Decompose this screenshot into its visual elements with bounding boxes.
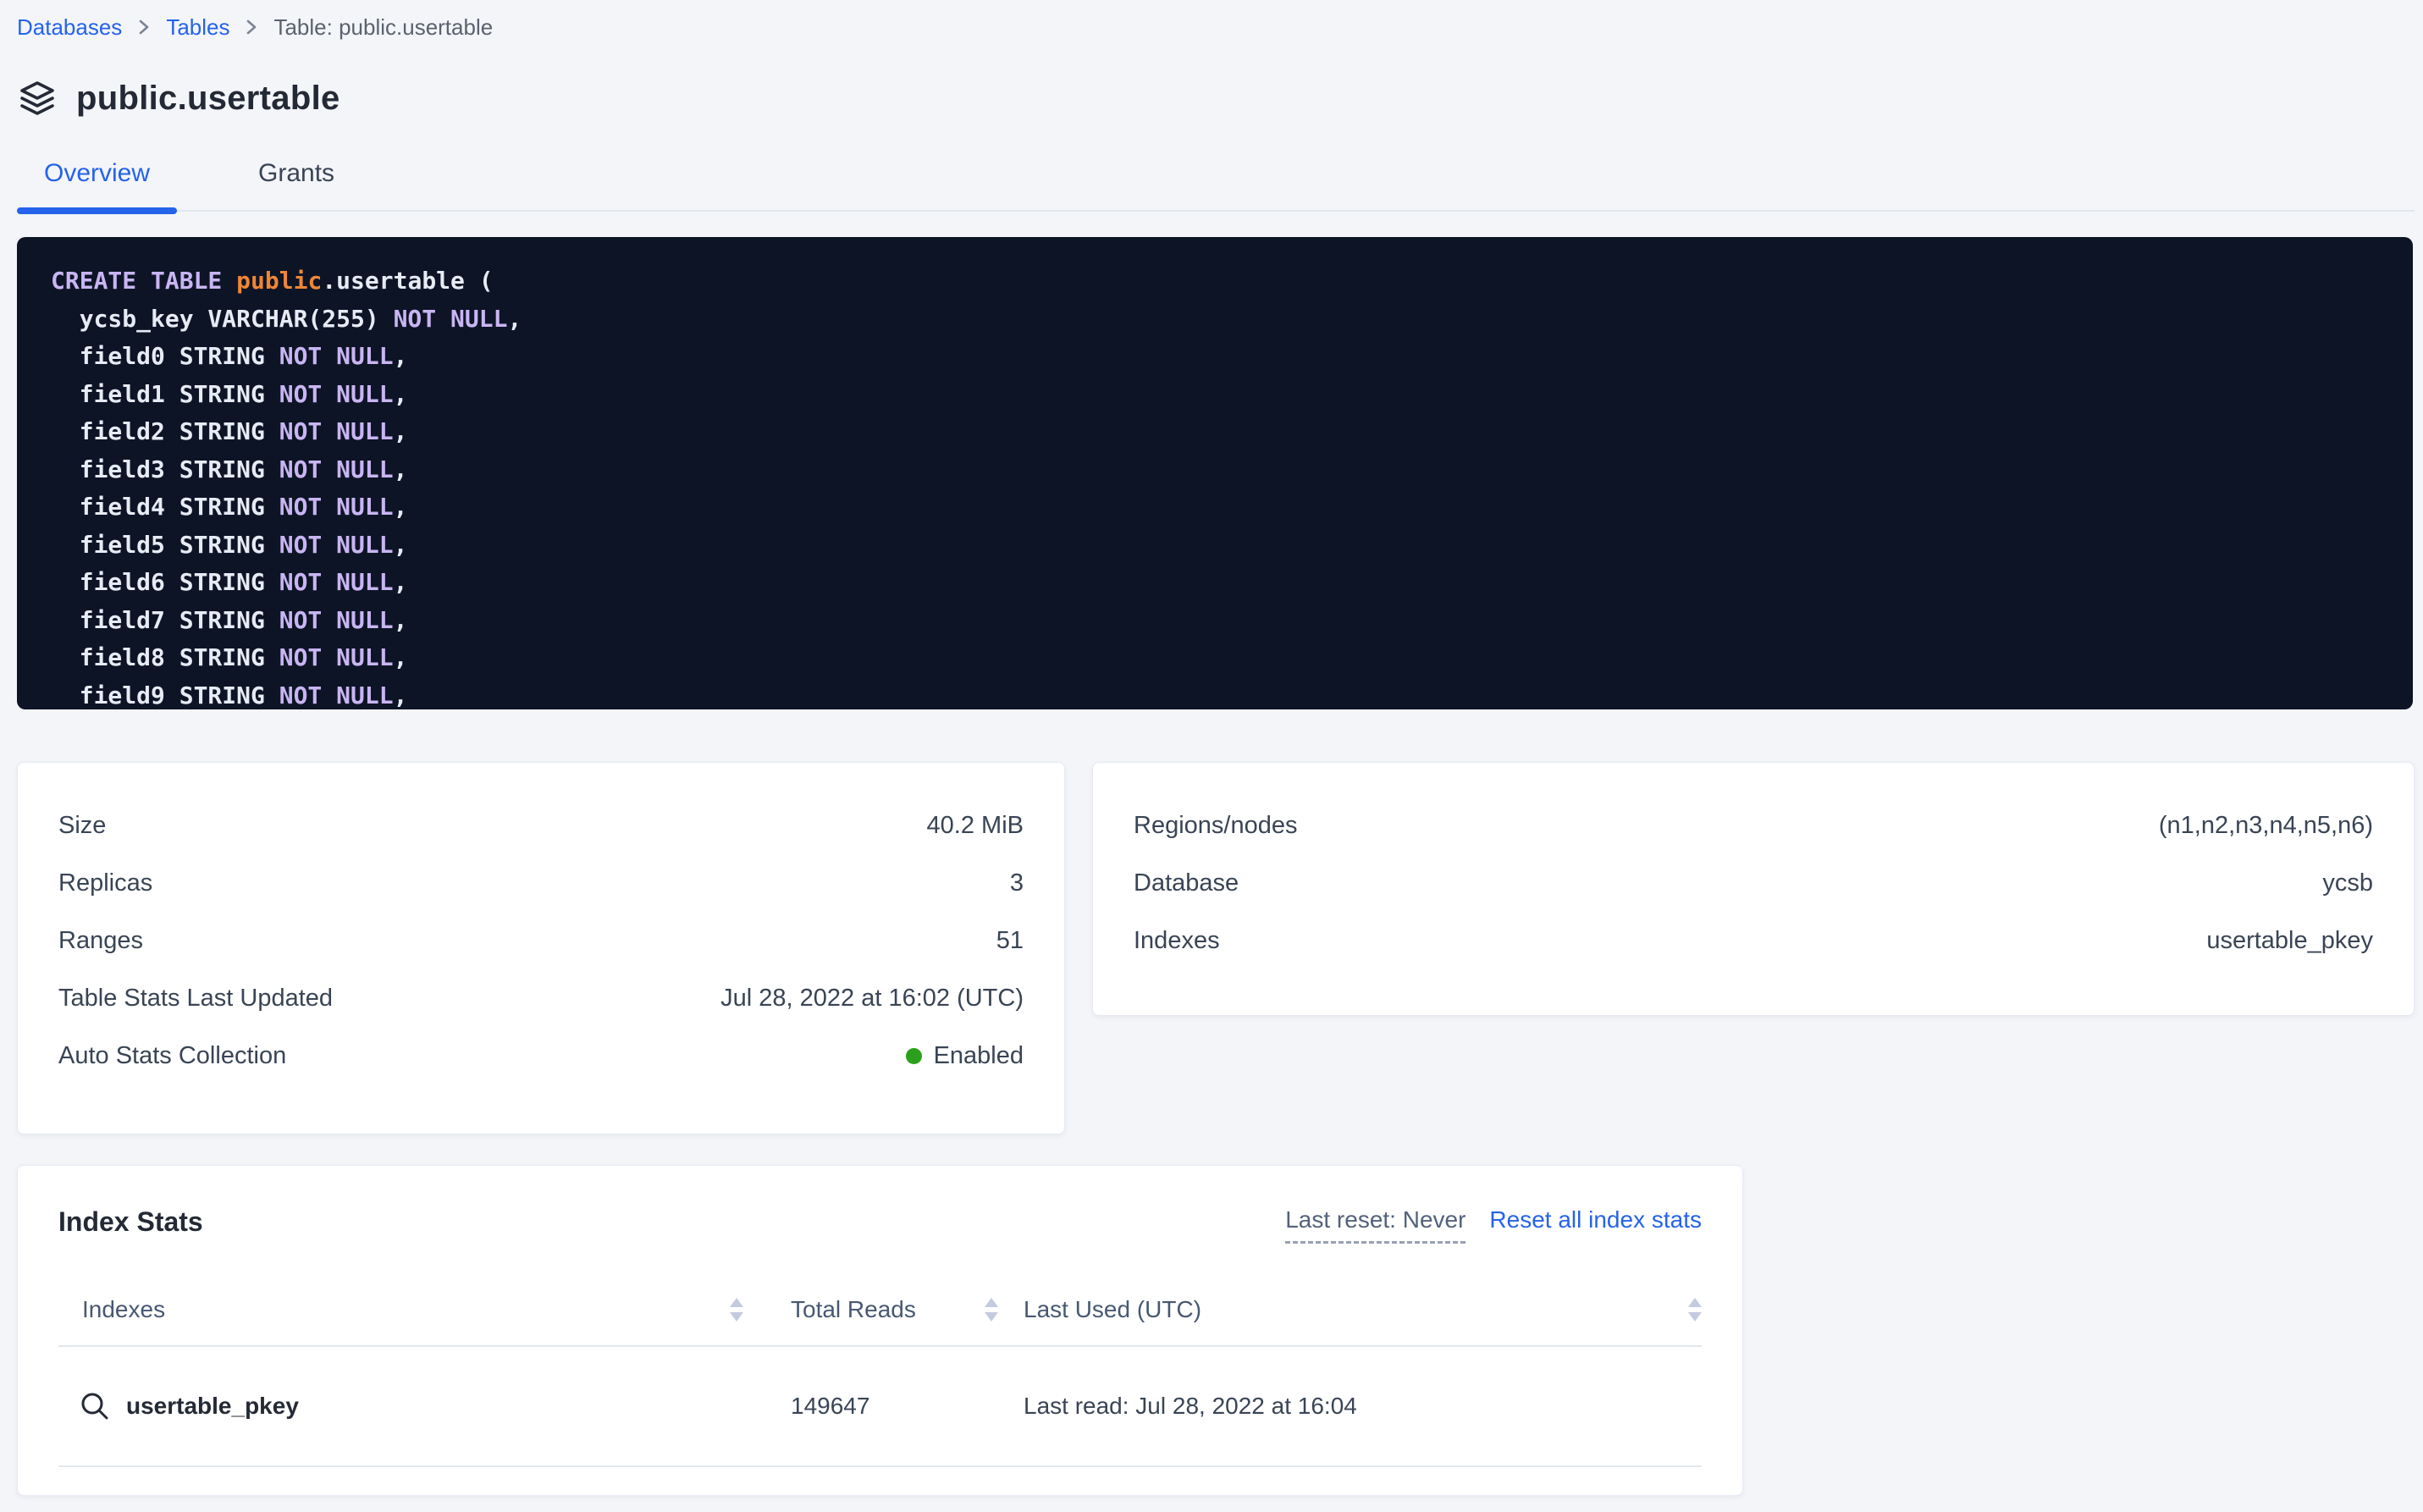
stat-value: ycsb (2322, 869, 2373, 897)
breadcrumb-current: Table: public.usertable (273, 14, 493, 41)
last-reset-label[interactable]: Last reset: Never (1285, 1206, 1465, 1244)
status-badge: Enabled (906, 1042, 1024, 1070)
stat-row-database: Database ycsb (1134, 854, 2373, 912)
column-header-last-used[interactable]: Last Used (UTC) (1024, 1296, 1702, 1323)
stat-value: 40.2 MiB (927, 812, 1024, 840)
index-stats-table-header: Indexes Total Reads Last Used (UTC) (58, 1296, 1702, 1347)
breadcrumb-link-databases[interactable]: Databases (17, 14, 122, 41)
create-table-sql-block: CREATE TABLE public.usertable ( ycsb_key… (17, 237, 2413, 709)
table-row: usertable_pkey 149647 Last read: Jul 28,… (58, 1347, 1702, 1467)
stat-label: Table Stats Last Updated (58, 985, 333, 1013)
sort-icon (1688, 1298, 1702, 1322)
table-stack-icon (17, 78, 58, 119)
reset-group: Last reset: Never Reset all index stats (1285, 1206, 1702, 1244)
chevron-right-icon (245, 18, 258, 36)
stat-row-size: Size 40.2 MiB (58, 797, 1024, 854)
tab-overview[interactable]: Overview (17, 149, 177, 210)
index-stats-header: Index Stats Last reset: Never Reset all … (58, 1206, 1702, 1244)
column-header-label: Total Reads (791, 1296, 916, 1323)
reset-all-index-stats-link[interactable]: Reset all index stats (1489, 1206, 1702, 1233)
stat-value: (n1,n2,n3,n4,n5,n6) (2159, 812, 2373, 840)
stat-value: 51 (996, 927, 1024, 955)
total-reads-value: 149647 (791, 1393, 1024, 1420)
index-stats-table: Indexes Total Reads Last Used (UTC) (58, 1296, 1702, 1467)
sort-icon (730, 1298, 743, 1322)
column-header-indexes[interactable]: Indexes (58, 1296, 791, 1323)
stat-label: Indexes (1134, 927, 1220, 955)
tab-grants[interactable]: Grants (231, 149, 362, 210)
stat-label: Replicas (58, 869, 152, 897)
stat-label: Database (1134, 869, 1239, 897)
stat-label: Size (58, 812, 106, 840)
stat-row-ranges: Ranges 51 (58, 912, 1024, 969)
status-text: Enabled (934, 1042, 1024, 1070)
index-link-usertable-pkey[interactable]: usertable_pkey (58, 1390, 791, 1422)
stat-row-stats-updated: Table Stats Last Updated Jul 28, 2022 at… (58, 969, 1024, 1027)
stat-row-auto-stats: Auto Stats Collection Enabled (58, 1027, 1024, 1084)
title-row: public.usertable (17, 78, 2415, 119)
stat-label: Regions/nodes (1134, 812, 1297, 840)
index-name: usertable_pkey (126, 1393, 299, 1420)
search-icon (79, 1390, 111, 1422)
column-header-label: Last Used (UTC) (1024, 1296, 1201, 1323)
last-used-value: Last read: Jul 28, 2022 at 16:04 (1024, 1393, 1702, 1420)
table-details-page: Databases Tables Table: public.usertable (0, 0, 2423, 1512)
detail-cards-row: Size 40.2 MiB Replicas 3 Ranges 51 Table… (17, 762, 2415, 1134)
index-stats-title: Index Stats (58, 1206, 203, 1238)
stat-value: usertable_pkey (2206, 927, 2373, 955)
stat-value: 3 (1010, 869, 1024, 897)
table-config-card: Regions/nodes (n1,n2,n3,n4,n5,n6) Databa… (1092, 762, 2415, 1016)
breadcrumb-link-tables[interactable]: Tables (166, 14, 229, 41)
stat-value: Jul 28, 2022 at 16:02 (UTC) (720, 985, 1024, 1013)
page-content: Databases Tables Table: public.usertable (0, 0, 2423, 1496)
stat-row-regions: Regions/nodes (n1,n2,n3,n4,n5,n6) (1134, 797, 2373, 854)
chevron-right-icon (137, 18, 151, 36)
stat-label: Ranges (58, 927, 143, 955)
tab-bar: Overview Grants (17, 149, 2415, 212)
status-dot-green (906, 1048, 922, 1064)
breadcrumb: Databases Tables Table: public.usertable (17, 12, 2415, 42)
column-header-total-reads[interactable]: Total Reads (791, 1296, 1024, 1323)
sort-icon (985, 1298, 998, 1322)
page-title: public.usertable (76, 80, 340, 118)
stat-row-indexes: Indexes usertable_pkey (1134, 912, 2373, 969)
stat-label: Auto Stats Collection (58, 1042, 286, 1070)
table-stats-card: Size 40.2 MiB Replicas 3 Ranges 51 Table… (17, 762, 1065, 1134)
stat-row-replicas: Replicas 3 (58, 854, 1024, 912)
column-header-label: Indexes (82, 1296, 165, 1323)
sql-code: CREATE TABLE public.usertable ( ycsb_key… (51, 262, 2379, 709)
index-stats-card: Index Stats Last reset: Never Reset all … (17, 1165, 1743, 1496)
